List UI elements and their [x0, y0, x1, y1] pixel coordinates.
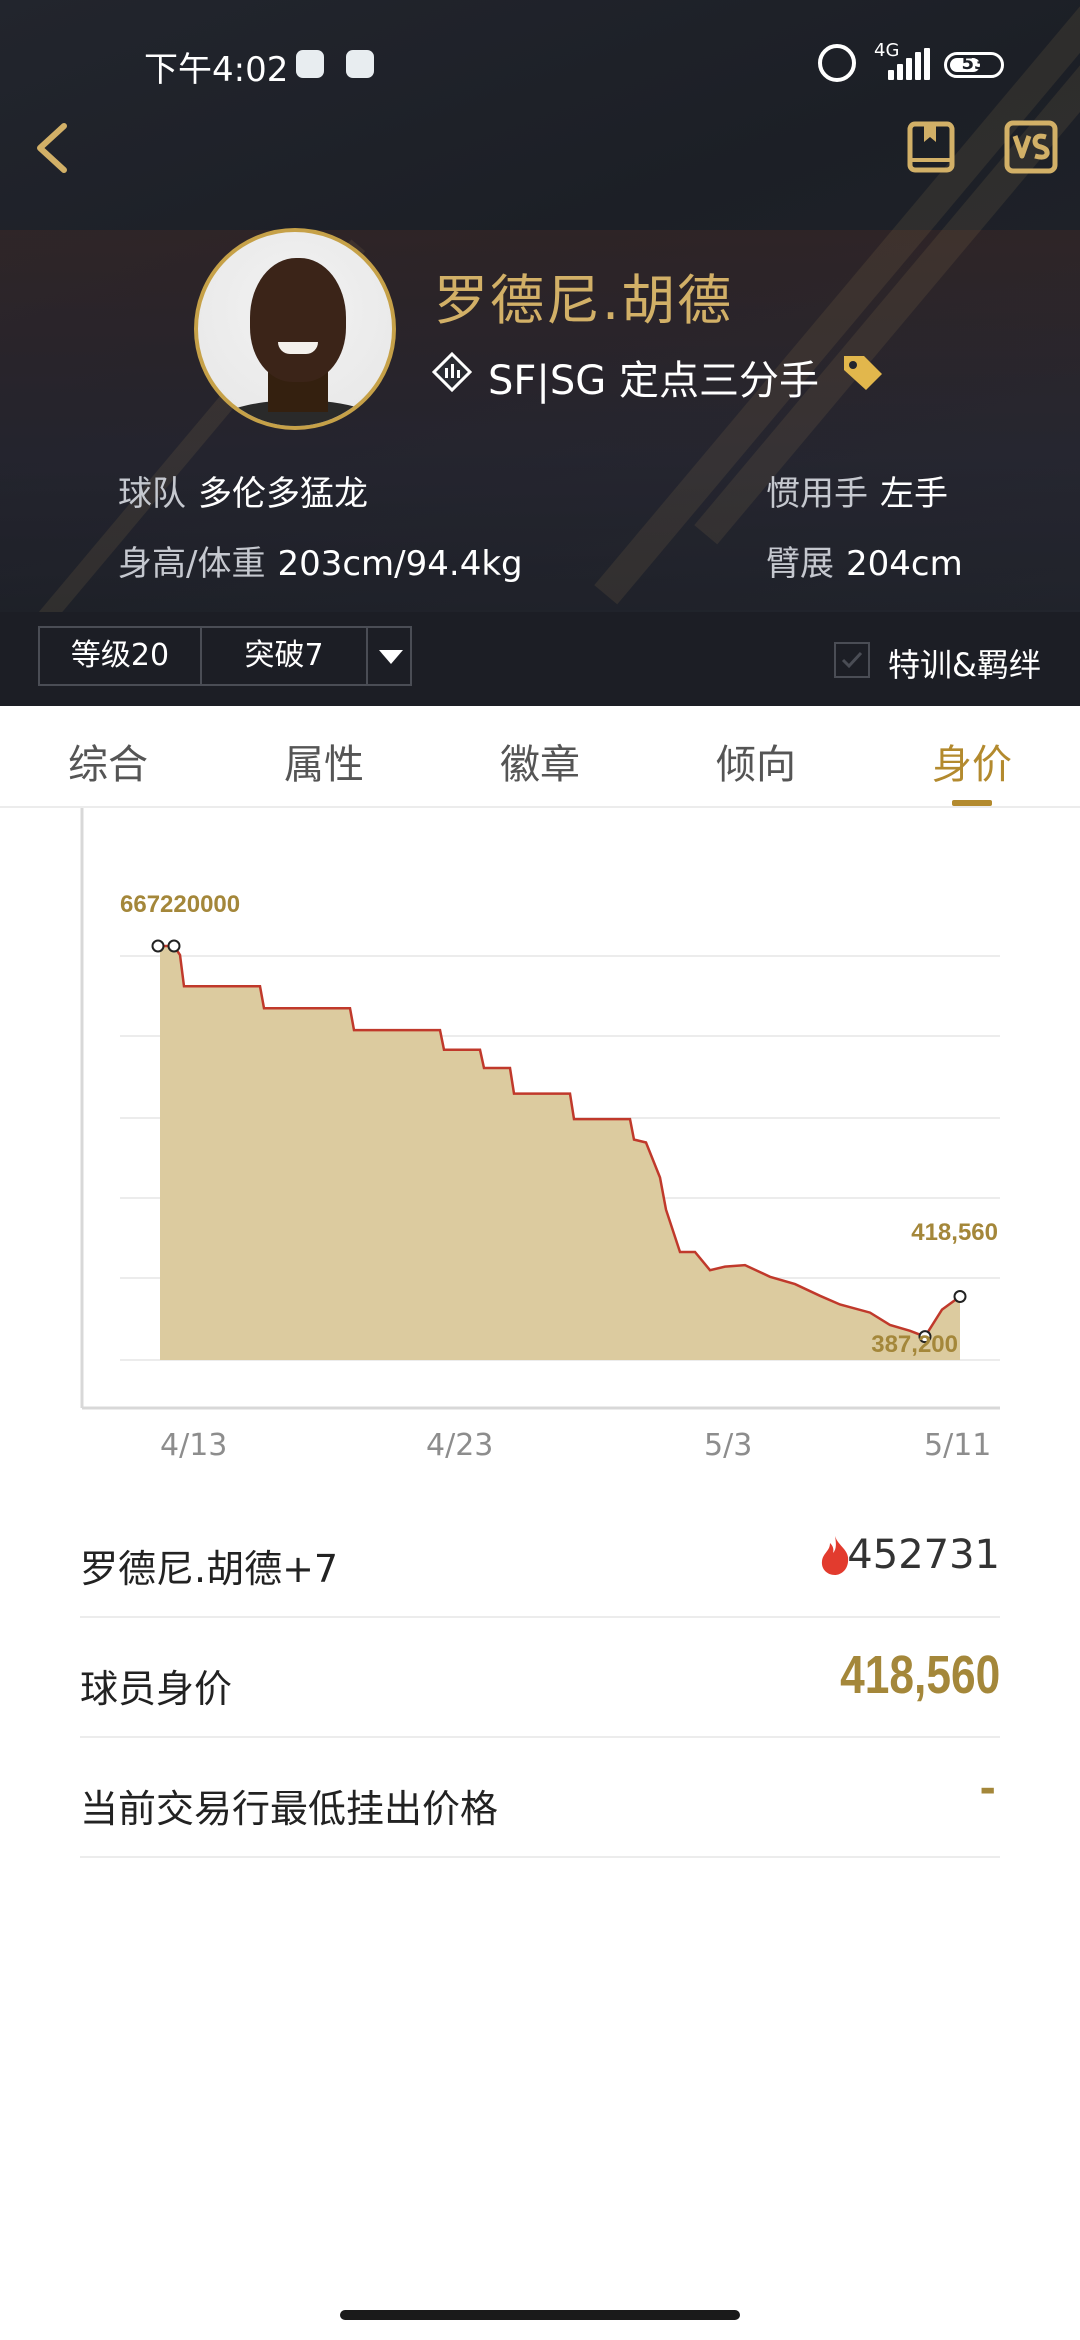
player-value-label: 球员身价 [80, 1667, 233, 1711]
notification-app-icon [296, 50, 324, 78]
x-tick-label: 5/11 [924, 1428, 992, 1463]
caret-down-icon [379, 650, 403, 664]
hand-label: 惯用手 [766, 474, 868, 514]
home-indicator[interactable] [340, 2310, 740, 2320]
team-info: 球队 多伦多猛龙 [118, 466, 368, 515]
min-price-value: - [979, 1766, 996, 1812]
min-price-row: 当前交易行最低挂出价格 - [80, 1738, 1000, 1858]
heat-value: 452731 [847, 1532, 1000, 1578]
hand-info: 惯用手 左手 [766, 466, 948, 515]
min-value-label: 387,200 [871, 1331, 958, 1358]
training-label[interactable]: 特训&羁绊 [888, 640, 1041, 686]
player-position: SF|SG 定点三分手 [488, 358, 819, 404]
max-point-marker [151, 939, 165, 953]
team-label: 球队 [118, 474, 186, 514]
wingspan-label: 臂展 [766, 544, 834, 584]
min-price-label: 当前交易行最低挂出价格 [80, 1787, 499, 1831]
battery-level: 53 [961, 53, 987, 74]
max-point-marker [167, 939, 181, 953]
signal-icon [888, 48, 932, 80]
card-name-row: 罗德尼.胡德+7 452731 [80, 1498, 1000, 1618]
wingspan-info: 臂展 204cm [766, 536, 963, 585]
player-name: 罗德尼.胡德 [434, 269, 734, 332]
vs-compare-button[interactable] [1004, 120, 1058, 174]
chevron-left-icon [37, 123, 67, 173]
tab-value[interactable]: 身价 [932, 732, 1012, 790]
body-label: 身高/体重 [118, 544, 266, 584]
card-name: 罗德尼.胡德+7 [80, 1547, 339, 1591]
player-value-row: 球员身价 418,560 [80, 1618, 1000, 1738]
tab-bar: 综合 属性 徽章 倾向 身价 [0, 706, 1080, 808]
status-bar: 下午4:02 4G 53 [0, 0, 1080, 120]
book-button[interactable] [906, 120, 960, 174]
notification-app-icon [346, 50, 374, 78]
value-chart: 667220000 418,560 387,200 4/13 4/23 5/3 5/… [0, 808, 1080, 1488]
x-tick-label: 5/3 [704, 1428, 753, 1463]
breakthrough-selector[interactable]: 突破7 [200, 626, 368, 686]
vs-icon [1004, 120, 1058, 174]
x-tick-label: 4/13 [160, 1428, 228, 1463]
wingspan-value: 204cm [846, 544, 963, 584]
dropdown-button[interactable] [366, 626, 412, 686]
checkmark-icon [841, 651, 863, 669]
tab-attributes[interactable]: 属性 [284, 732, 364, 790]
book-icon [907, 121, 955, 173]
position-diamond-icon [432, 352, 472, 392]
end-point-marker [953, 1290, 967, 1304]
team-value: 多伦多猛龙 [198, 474, 368, 514]
tag-icon[interactable] [840, 352, 886, 392]
hand-value: 左手 [880, 474, 948, 514]
active-tab-indicator [952, 800, 992, 806]
tab-overview[interactable]: 综合 [68, 732, 148, 790]
status-time: 下午4:02 [144, 50, 289, 90]
battery-icon: 53 [944, 52, 1004, 78]
alarm-icon [818, 44, 856, 82]
body-info: 身高/体重 203cm/94.4kg [118, 536, 523, 585]
back-button[interactable] [26, 118, 86, 178]
max-value-label: 667220000 [120, 891, 240, 918]
level-selector[interactable]: 等级20 [38, 626, 202, 686]
end-value-label: 418,560 [911, 1219, 998, 1246]
x-tick-label: 4/23 [426, 1428, 494, 1463]
training-checkbox[interactable] [834, 642, 870, 678]
player-header: 下午4:02 4G 53 罗德尼.胡德 SF|SG 定点三分手 球队 多伦多猛龙… [0, 0, 1080, 706]
tab-badges[interactable]: 徽章 [500, 732, 580, 790]
body-value: 203cm/94.4kg [277, 544, 523, 584]
tab-tendencies[interactable]: 倾向 [716, 732, 796, 790]
value-chart-svg: 667220000 418,560 387,200 [80, 808, 1000, 1410]
player-value: 418,560 [839, 1645, 1000, 1705]
player-avatar [194, 228, 396, 430]
